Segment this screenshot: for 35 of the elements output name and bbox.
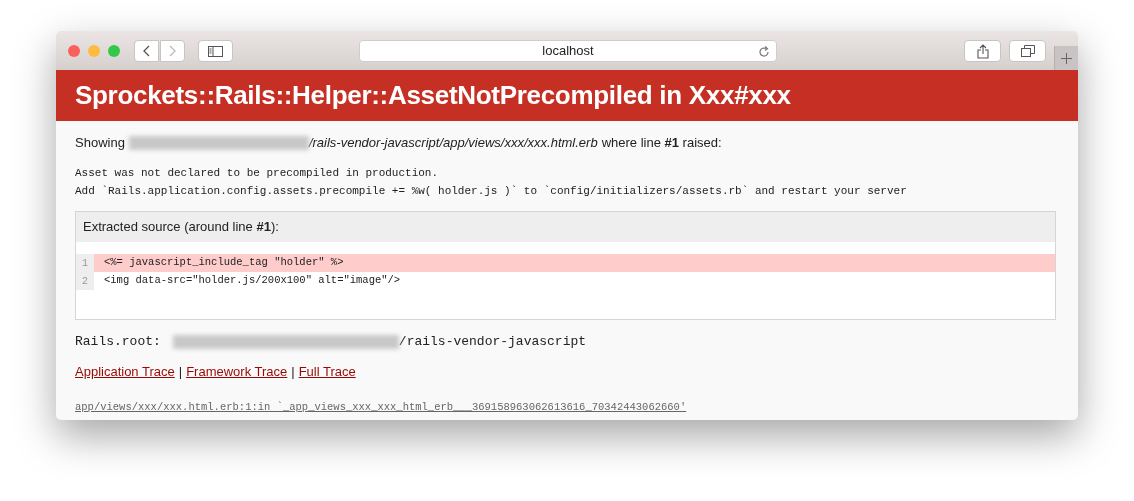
link-separator: | <box>178 363 183 382</box>
trace-link[interactable]: Framework Trace <box>186 362 288 382</box>
rails-root-label: Rails.root: <box>75 333 161 352</box>
line-number: 2 <box>76 272 94 290</box>
share-icon <box>976 43 989 59</box>
forward-icon <box>169 45 176 57</box>
forward-button[interactable] <box>160 40 185 62</box>
close-window-button[interactable] <box>68 45 80 57</box>
plus-icon <box>1061 52 1072 64</box>
trace-link[interactable]: Full Trace <box>298 362 356 382</box>
sidebar-icon <box>208 45 223 57</box>
zoom-window-button[interactable] <box>108 45 120 57</box>
source-heading: Extracted source (around line #1): <box>83 218 279 237</box>
back-icon <box>143 45 150 57</box>
rails-root-path: /rails-vendor-javascript <box>398 333 587 352</box>
new-tab-button[interactable] <box>1054 46 1078 70</box>
trace-link[interactable]: Application Trace <box>75 362 175 382</box>
error-message-line: Add `Rails.application.config.assets.precompile += %w( holder.js )` to `config/initializers/assets.rb` and restart your server <box>75 184 908 199</box>
code-line: <img data-src="holder.js/200x100" alt="image"/> <box>103 273 402 289</box>
url-text: localhost <box>542 42 594 61</box>
line-number: 1 <box>76 254 94 272</box>
sidebar-button[interactable] <box>198 40 233 62</box>
link-separator: | <box>291 363 295 382</box>
tabs-icon <box>1020 45 1035 57</box>
tabs-button[interactable] <box>1009 40 1046 62</box>
showing-label: Showing <box>75 134 125 153</box>
address-bar[interactable]: localhost <box>359 40 777 62</box>
trace-line-link[interactable]: app/views/xxx/xxx.html.erb:1:in `_app_views_xxx_xxx_html_erb___369158963062613616_70342443062660' <box>75 401 687 413</box>
share-button[interactable] <box>964 40 1001 62</box>
back-button[interactable] <box>134 40 159 62</box>
error-message-line: Asset was not declared to be precompiled in production. <box>75 166 440 181</box>
file-path: /rails-vendor-javascript/app/views/xxx/xxx.html.erb <box>308 134 598 153</box>
reload-icon[interactable] <box>758 45 770 58</box>
raised-text: where line #1 raised: <box>601 134 722 153</box>
error-title: Sprockets::Rails::Helper::AssetNotPrecompiled in Xxx#xxx <box>75 79 791 112</box>
